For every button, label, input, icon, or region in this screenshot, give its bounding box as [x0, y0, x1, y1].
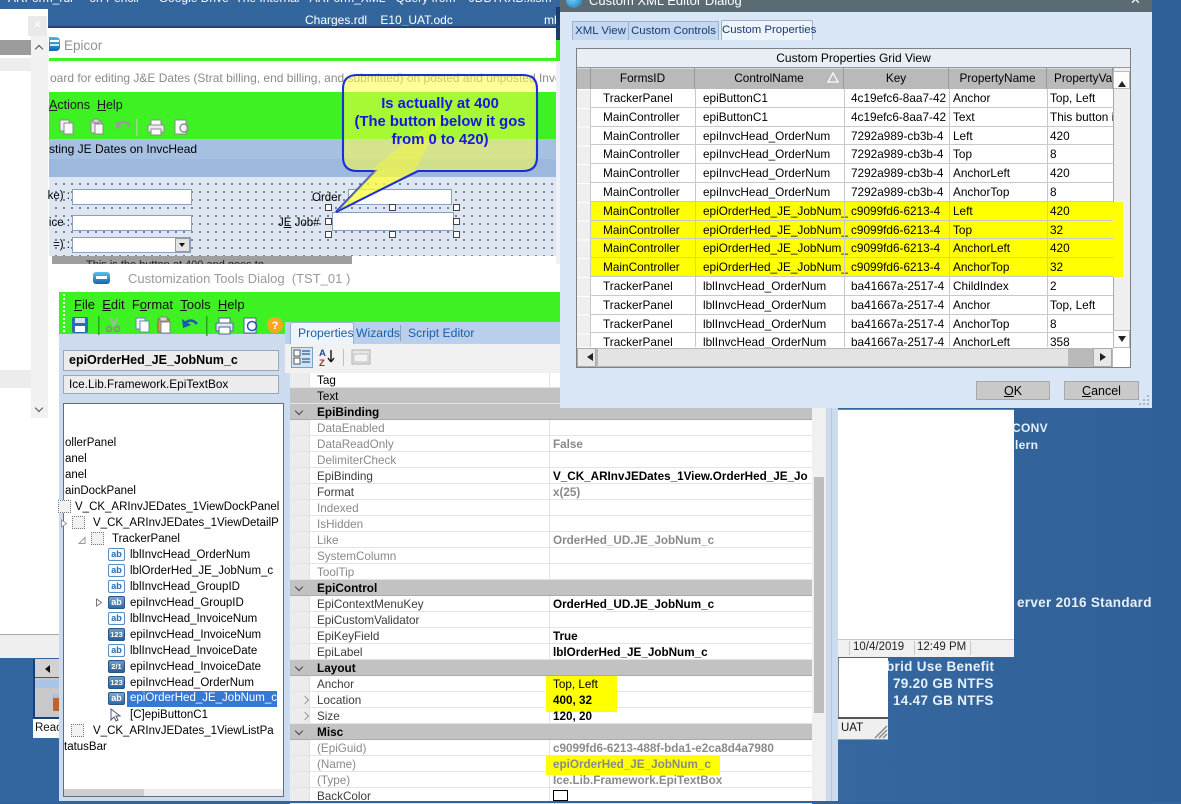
svg-text:Z: Z [319, 358, 325, 368]
svg-text:?: ? [272, 320, 279, 332]
